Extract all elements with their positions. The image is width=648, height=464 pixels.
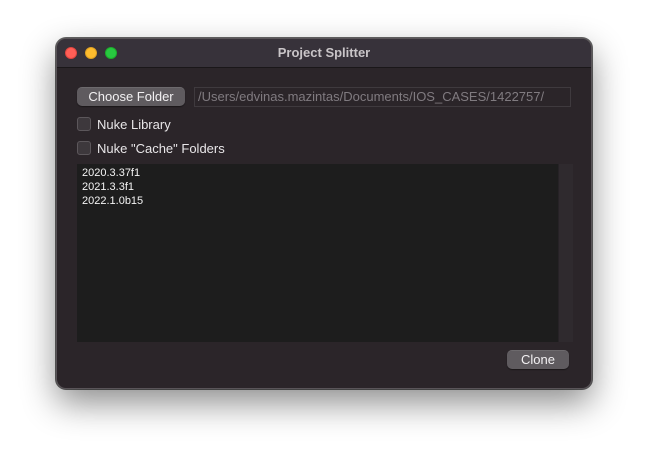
versions-list-scrollbar[interactable] bbox=[558, 164, 573, 342]
versions-list[interactable]: 2020.3.37f1 2021.3.3f1 2022.1.0b15 bbox=[77, 164, 573, 342]
choose-folder-button[interactable]: Choose Folder bbox=[77, 87, 185, 106]
project-splitter-window: Project Splitter Choose Folder /Users/ed… bbox=[56, 38, 592, 389]
nuke-library-label: Nuke Library bbox=[97, 116, 171, 132]
nuke-library-option[interactable]: Nuke Library bbox=[77, 115, 171, 133]
window-title: Project Splitter bbox=[277, 45, 371, 60]
clone-button[interactable]: Clone bbox=[507, 350, 569, 369]
nuke-cache-label: Nuke "Cache" Folders bbox=[97, 140, 225, 156]
nuke-cache-option[interactable]: Nuke "Cache" Folders bbox=[77, 139, 225, 157]
list-item[interactable]: 2022.1.0b15 bbox=[82, 194, 143, 208]
nuke-cache-checkbox[interactable] bbox=[77, 141, 91, 155]
list-item[interactable]: 2021.3.3f1 bbox=[82, 180, 143, 194]
list-item[interactable]: 2020.3.37f1 bbox=[82, 166, 143, 180]
nuke-library-checkbox[interactable] bbox=[77, 117, 91, 131]
title-bar[interactable]: Project Splitter bbox=[57, 39, 591, 68]
folder-path-field[interactable]: /Users/edvinas.mazintas/Documents/IOS_CA… bbox=[194, 87, 571, 107]
